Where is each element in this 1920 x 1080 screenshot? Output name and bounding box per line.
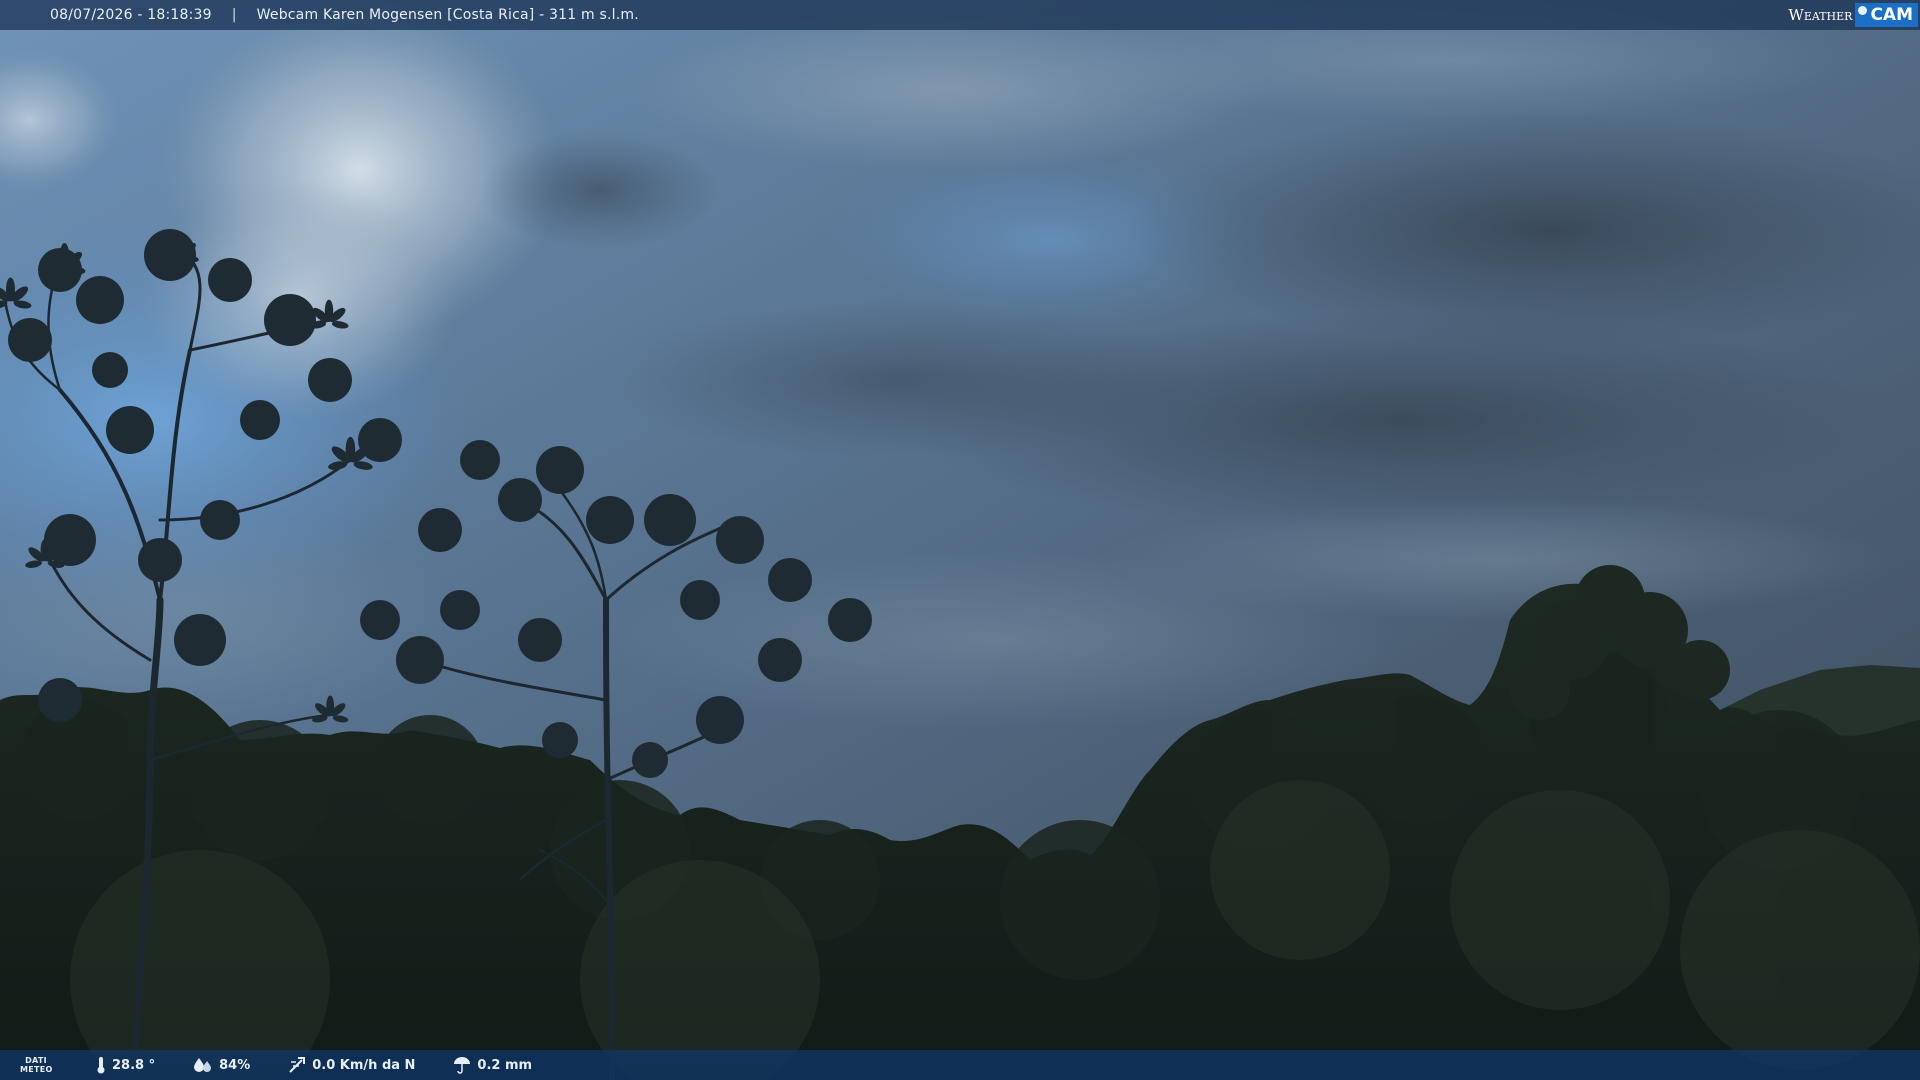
wind-icon	[289, 1057, 306, 1073]
weathercam-logo: Weather CAM	[1788, 3, 1918, 27]
logo-dot-icon	[1858, 5, 1868, 15]
umbrella-icon	[454, 1057, 471, 1074]
header-bar: 08/07/2026 - 18:18:39 | Webcam Karen Mog…	[0, 0, 1920, 30]
webcam-image	[0, 0, 1920, 1080]
weather-data-label: DATI METEO	[20, 1056, 52, 1074]
wind-reading: 0.0 Km/h da N	[288, 1056, 415, 1074]
webcam-frame: 08/07/2026 - 18:18:39 | Webcam Karen Mog…	[0, 0, 1920, 1080]
logo-cam-badge: CAM	[1855, 3, 1918, 27]
logo-cam-text: CAM	[1870, 5, 1913, 25]
humidity-icon	[194, 1058, 212, 1072]
weather-data-bar: DATI METEO 28.8 ° 84% 0.0 Km/h da N 0.2 …	[0, 1050, 1920, 1080]
rain-reading: 0.2 mm	[453, 1056, 532, 1074]
wind-value: 0.0 Km/h da N	[312, 1057, 416, 1073]
separator: |	[231, 7, 237, 23]
thermometer-icon	[97, 1057, 105, 1074]
humidity-value: 84%	[219, 1057, 251, 1073]
temperature-reading: 28.8 °	[96, 1056, 155, 1074]
weather-data-label-line2: METEO	[20, 1065, 53, 1074]
webcam-title: Webcam Karen Mogensen [Costa Rica] - 311…	[256, 7, 639, 23]
humidity-reading: 84%	[193, 1057, 250, 1073]
timestamp: 08/07/2026 - 18:18:39	[50, 7, 212, 23]
rain-value: 0.2 mm	[477, 1057, 533, 1073]
weather-data-label-line1: DATI	[25, 1056, 47, 1065]
logo-weather-text: Weather	[1788, 6, 1853, 24]
temperature-value: 28.8 °	[112, 1057, 156, 1073]
